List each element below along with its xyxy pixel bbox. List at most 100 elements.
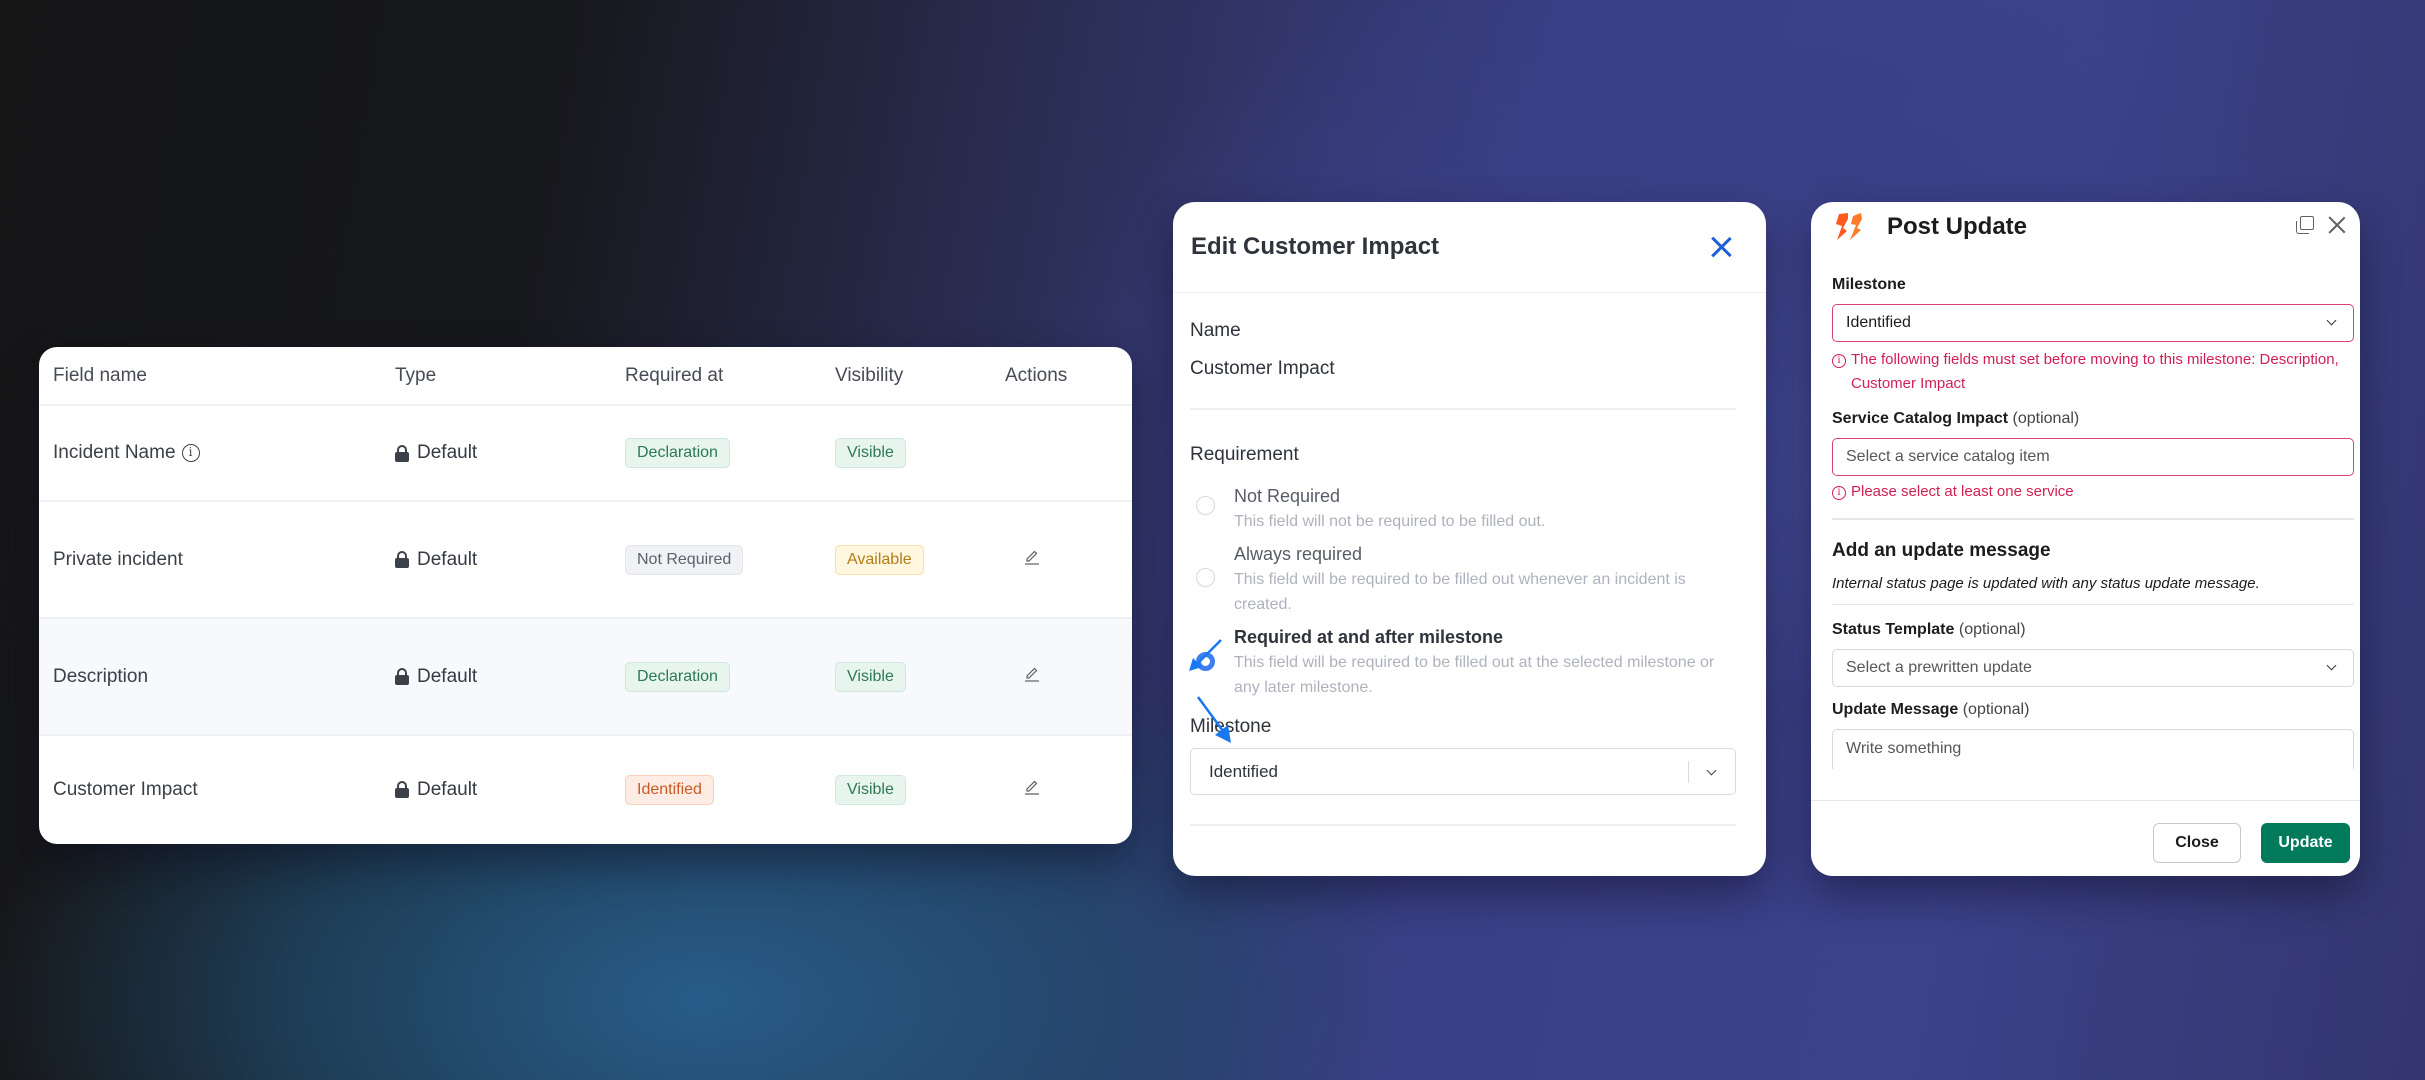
- table-row: Incident Name i Default Declaration Visib…: [39, 406, 1132, 502]
- close-icon[interactable]: [2328, 216, 2346, 234]
- pop-out-icon[interactable]: [2296, 216, 2314, 234]
- required-at-badge: Declaration: [625, 438, 730, 468]
- info-icon[interactable]: i: [181, 444, 200, 462]
- table-row: Private incident Default Not Required Av…: [39, 502, 1132, 619]
- field-name: Incident Name: [53, 442, 176, 463]
- optional-suffix: (optional): [2012, 410, 2080, 427]
- milestone-select[interactable]: Identified: [1190, 748, 1736, 795]
- radio-option-not-required[interactable]: Not Required This field will not be requ…: [1190, 486, 1736, 534]
- visibility-badge: Visible: [835, 774, 906, 805]
- radio-button[interactable]: [1196, 568, 1215, 587]
- milestone-error-text: The following fields must set before mov…: [1851, 351, 2339, 392]
- modal-title: Edit Customer Impact: [1191, 233, 1440, 260]
- option-description: This field will be required to be filled…: [1234, 571, 1686, 613]
- milestone-selected-value: Identified: [1846, 314, 1911, 331]
- modal-title: Post Update: [1887, 213, 2028, 240]
- field-type: Default: [417, 665, 478, 687]
- column-header-actions: Actions: [1005, 364, 1068, 386]
- milestone-select[interactable]: Identified: [1832, 304, 2354, 342]
- brand-logo-icon: [1836, 213, 1862, 240]
- field-type: Default: [417, 778, 478, 800]
- modal-footer: Close Update: [1811, 800, 2360, 876]
- name-value: Customer Impact: [1190, 358, 1335, 379]
- close-icon[interactable]: [1710, 236, 1732, 258]
- table-row: Customer Impact Default Identified Visib…: [39, 736, 1132, 843]
- service-catalog-label: Service Catalog Impact (optional): [1832, 410, 2354, 428]
- optional-suffix: (optional): [1958, 621, 2026, 638]
- service-catalog-label-text: Service Catalog Impact: [1832, 410, 2009, 427]
- update-message-heading: Add an update message: [1832, 539, 2051, 561]
- visibility-badge: Available: [835, 544, 924, 575]
- lock-icon: [395, 668, 409, 685]
- lock-icon: [395, 551, 409, 568]
- field-type: Default: [417, 442, 478, 463]
- post-update-modal: Post Update Milestone Identified i The f…: [1811, 202, 2360, 876]
- select-divider: [1687, 761, 1689, 783]
- milestone-label: Milestone: [1832, 276, 1906, 293]
- table-header: Field name Type Required at Visibility A…: [39, 347, 1132, 406]
- milestone-selected-value: Identified: [1209, 761, 1278, 781]
- required-at-badge: Not Required: [625, 544, 744, 575]
- status-template-label: Status Template (optional): [1832, 621, 2354, 639]
- annotation-arrow-icon: [1196, 696, 1231, 743]
- table-row: Description Default Declaration Visible: [39, 619, 1132, 736]
- service-catalog-select[interactable]: Select a service catalog item: [1832, 438, 2354, 476]
- field-name: Customer Impact: [53, 778, 198, 800]
- update-button[interactable]: Update: [2261, 823, 2350, 863]
- status-template-placeholder: Select a prewritten update: [1846, 659, 2032, 676]
- name-label: Name: [1190, 320, 1241, 341]
- status-template-label-text: Status Template: [1832, 621, 1955, 638]
- service-catalog-error-text: Please select at least one service: [1851, 483, 2074, 500]
- annotation-arrow-icon: [1189, 639, 1222, 671]
- error-info-icon: i: [1832, 486, 1846, 500]
- visibility-badge: Visible: [835, 661, 906, 692]
- update-message-note: Internal status page is updated with any…: [1832, 574, 2260, 592]
- edit-field-modal: Edit Customer Impact Name Customer Impac…: [1173, 202, 1766, 876]
- radio-option-always-required[interactable]: Always required This field will be requi…: [1190, 544, 1736, 617]
- chevron-down-icon[interactable]: [2326, 315, 2337, 326]
- chevron-down-icon[interactable]: [2326, 660, 2337, 671]
- status-template-select[interactable]: Select a prewritten update: [1832, 649, 2354, 687]
- option-title: Always required: [1234, 544, 1363, 564]
- custom-fields-table: Field name Type Required at Visibility A…: [39, 347, 1132, 844]
- divider: [1832, 603, 2354, 605]
- update-message-label-text: Update Message: [1832, 701, 1959, 718]
- chevron-down-icon[interactable]: [1706, 765, 1717, 776]
- option-title: Required at and after milestone: [1234, 627, 1504, 647]
- divider: [1190, 408, 1736, 410]
- radio-option-required-at-milestone[interactable]: Required at and after milestone This fie…: [1190, 627, 1736, 700]
- option-description: This field will be required to be filled…: [1234, 654, 1715, 696]
- option-title: Not Required: [1234, 486, 1341, 506]
- service-catalog-error: i Please select at least one service: [1832, 480, 2354, 504]
- edit-pencil-icon[interactable]: [1023, 665, 1041, 683]
- field-type: Default: [417, 548, 478, 570]
- divider: [1190, 824, 1736, 826]
- option-description: This field will not be required to be fi…: [1234, 513, 1546, 530]
- field-name: Description: [53, 665, 149, 687]
- service-catalog-placeholder: Select a service catalog item: [1846, 448, 2050, 465]
- column-header-field-name: Field name: [53, 364, 147, 386]
- column-header-required-at: Required at: [625, 364, 724, 386]
- update-message-textarea[interactable]: Write something: [1832, 729, 2354, 769]
- milestone-error: i The following fields must set before m…: [1832, 348, 2354, 396]
- column-header-visibility: Visibility: [835, 364, 904, 386]
- visibility-badge: Visible: [835, 438, 906, 468]
- update-message-label: Update Message (optional): [1832, 701, 2354, 719]
- column-header-type: Type: [395, 364, 437, 386]
- optional-suffix: (optional): [1962, 701, 2030, 718]
- modal-header: Post Update: [1811, 202, 2360, 252]
- requirement-label: Requirement: [1190, 444, 1299, 465]
- modal-header: Edit Customer Impact: [1173, 202, 1766, 293]
- milestone-label: Milestone: [1190, 716, 1272, 737]
- edit-pencil-icon[interactable]: [1023, 548, 1041, 566]
- required-at-badge: Identified: [625, 774, 714, 805]
- lock-icon: [395, 444, 409, 462]
- error-info-icon: i: [1832, 354, 1846, 368]
- required-at-badge: Declaration: [625, 661, 730, 692]
- lock-icon: [395, 781, 409, 798]
- radio-button[interactable]: [1196, 496, 1215, 515]
- close-button[interactable]: Close: [2153, 823, 2241, 863]
- field-name: Private incident: [53, 548, 183, 570]
- divider: [1832, 518, 2354, 520]
- edit-pencil-icon[interactable]: [1023, 778, 1041, 796]
